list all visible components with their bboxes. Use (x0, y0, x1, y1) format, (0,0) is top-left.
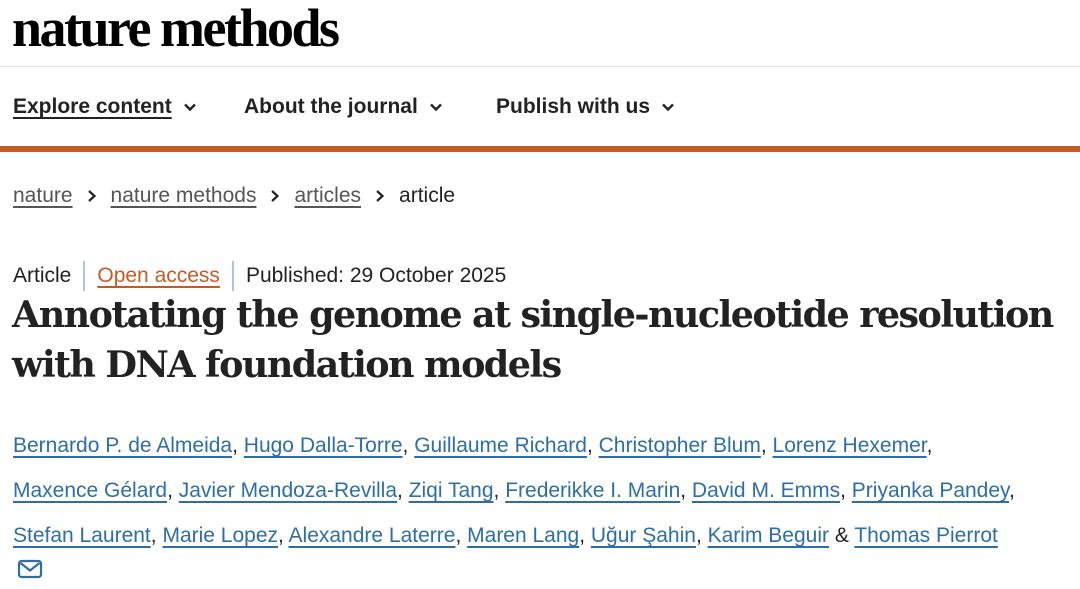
nav-publish-with-us[interactable]: Publish with us (496, 92, 676, 122)
main-nav: Explore content About the journal Publis… (0, 68, 1080, 146)
article-meta: Article Open access Published: 29 Octobe… (13, 261, 506, 291)
chevron-down-icon (429, 103, 442, 112)
chevron-right-icon (73, 184, 111, 208)
open-access-link[interactable]: Open access (97, 264, 220, 288)
breadcrumb-nature[interactable]: nature (13, 184, 73, 208)
nav-explore-content-label: Explore content (13, 95, 172, 118)
author-link[interactable]: Christopher Blum (599, 434, 761, 457)
author-link[interactable]: Stefan Laurent (13, 524, 151, 547)
author-separator: , (167, 479, 179, 502)
author-separator: , (278, 524, 289, 547)
article-type: Article (13, 264, 72, 287)
author-joiner: & (829, 524, 855, 547)
meta-divider (83, 261, 86, 291)
meta-divider (231, 261, 234, 291)
nav-about-journal-label: About the journal (244, 95, 418, 118)
article-title: Annotating the genome at single-nucleoti… (12, 290, 1080, 390)
author-link[interactable]: Ziqi Tang (409, 479, 494, 502)
author-separator: , (586, 434, 599, 457)
author-link[interactable]: Javier Mendoza-Revilla (179, 479, 397, 502)
author-link[interactable]: Marie Lopez (162, 524, 278, 547)
author-separator: , (579, 524, 591, 547)
author-link[interactable]: Thomas Pierrot (854, 524, 998, 547)
author-list: Bernardo P. de Almeida, Hugo Dalla-Torre… (13, 423, 1073, 558)
author-separator: , (695, 524, 708, 547)
author-separator: , (493, 479, 506, 502)
author-separator: , (232, 434, 244, 457)
article-title-line2: with DNA foundation models (12, 343, 562, 386)
author-separator: , (402, 434, 415, 457)
chevron-right-icon (361, 184, 399, 208)
nav-publish-with-us-label: Publish with us (496, 95, 651, 118)
author-link[interactable]: Maxence Gélard (13, 479, 167, 502)
author-link[interactable]: Guillaume Richard (414, 434, 587, 457)
site-header: nature methods (0, 0, 1080, 67)
author-link[interactable]: Alexandre Laterre (289, 524, 456, 547)
author-separator: , (150, 524, 163, 547)
chevron-right-icon (256, 184, 294, 208)
journal-logo[interactable]: nature methods (12, 0, 340, 58)
published-date: Published: 29 October 2025 (245, 264, 507, 287)
author-link[interactable]: Hugo Dalla-Torre (244, 434, 403, 457)
author-link[interactable]: Bernardo P. de Almeida (13, 434, 232, 457)
breadcrumb-current: article (399, 184, 456, 207)
chevron-down-icon (662, 103, 674, 112)
author-separator: , (1008, 479, 1015, 502)
author-separator: , (840, 479, 852, 502)
mail-icon[interactable] (17, 558, 43, 580)
author-link[interactable]: David M. Emms (692, 479, 840, 502)
author-link[interactable]: Frederikke I. Marin (505, 479, 680, 502)
breadcrumb-articles[interactable]: articles (294, 184, 361, 208)
chevron-down-icon (183, 103, 196, 112)
article-title-line1: Annotating the genome at single-nucleoti… (12, 293, 1054, 336)
author-separator: , (397, 479, 409, 502)
author-link[interactable]: Maren Lang (467, 524, 579, 547)
author-link[interactable]: Karim Beguir (708, 524, 829, 547)
breadcrumb: nature nature methods articles article (13, 182, 455, 210)
author-separator: , (926, 434, 933, 457)
author-link[interactable]: Lorenz Hexemer (773, 434, 927, 457)
author-link[interactable]: Uğur Şahin (591, 524, 696, 547)
nav-about-journal[interactable]: About the journal (244, 92, 444, 122)
nav-explore-content[interactable]: Explore content (13, 92, 198, 122)
accent-divider (0, 146, 1080, 152)
author-separator: , (680, 479, 692, 502)
breadcrumb-nature-methods[interactable]: nature methods (111, 184, 257, 208)
author-separator: , (760, 434, 773, 457)
author-separator: , (455, 524, 468, 547)
author-link[interactable]: Priyanka Pandey (852, 479, 1009, 502)
